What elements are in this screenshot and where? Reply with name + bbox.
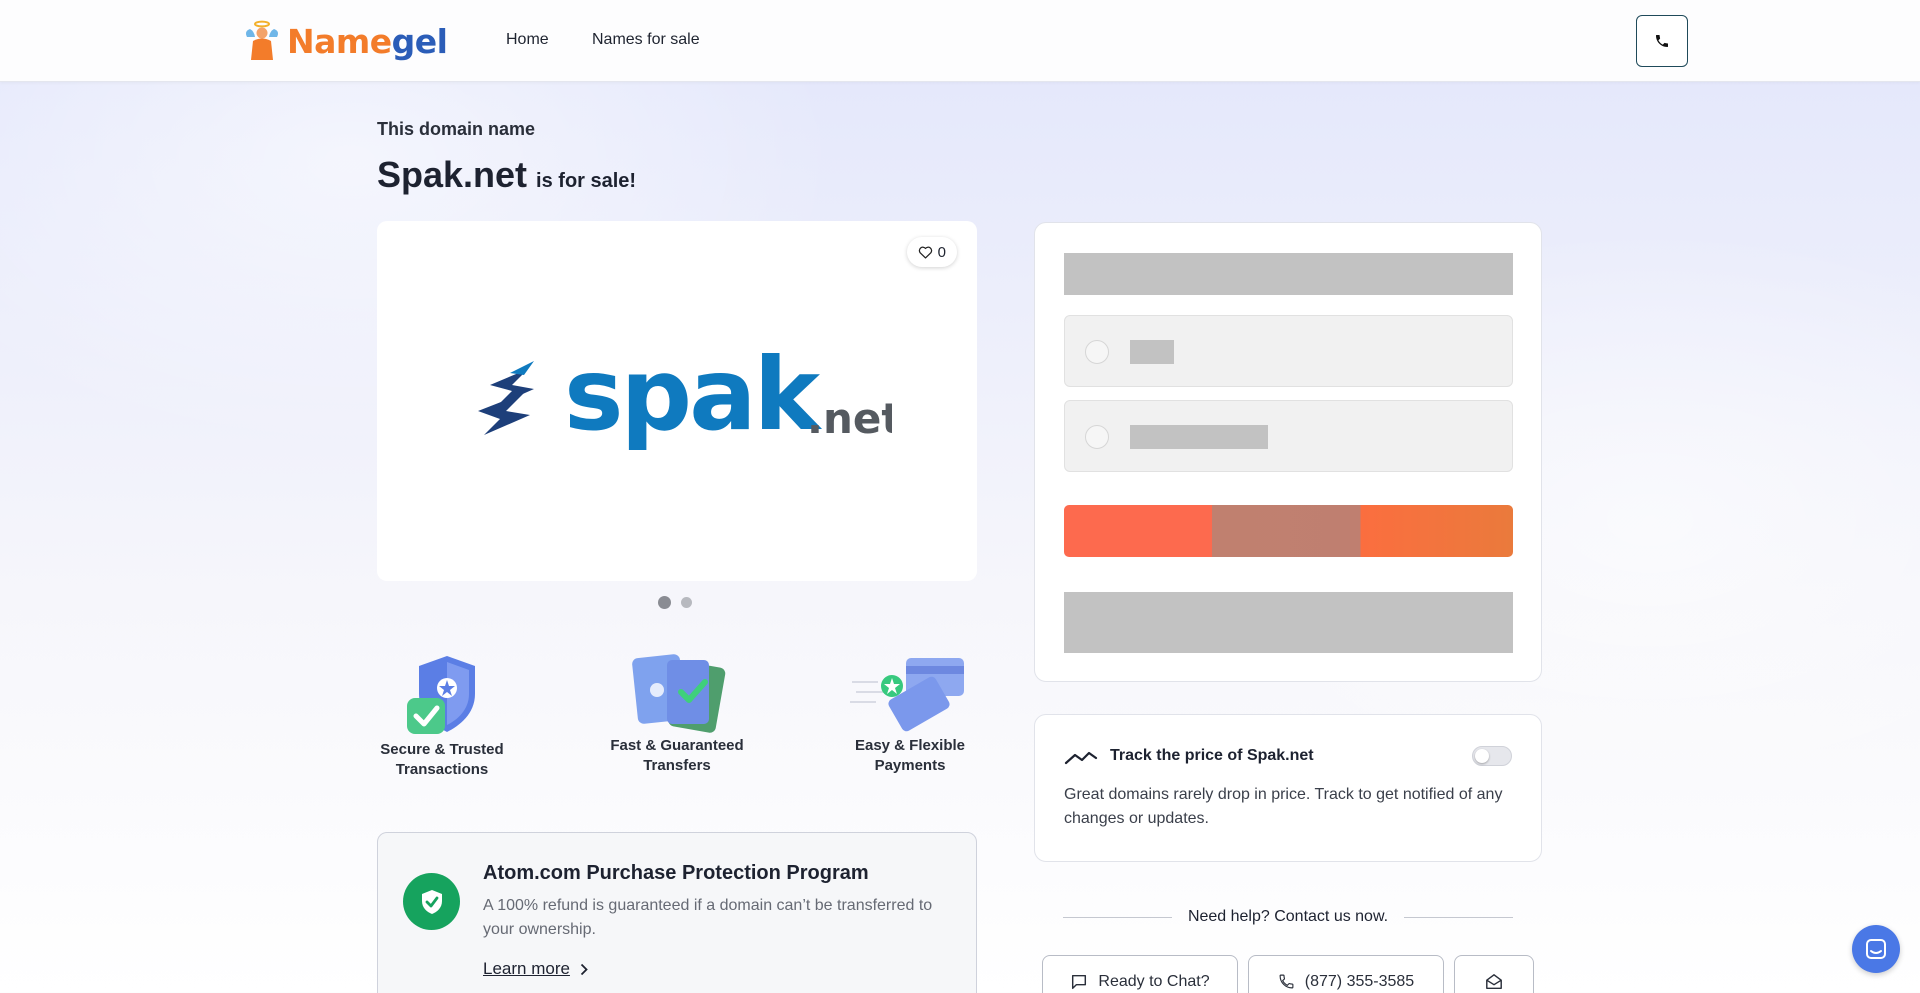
for-sale-label: is for sale! [536, 170, 637, 192]
shield-badge-icon [403, 873, 460, 930]
payment-option-1[interactable] [1064, 315, 1513, 387]
logo-name-text: Name [287, 21, 392, 61]
phone-button[interactable] [1636, 15, 1688, 67]
pricing-card [1034, 222, 1542, 682]
angel-mascot-icon [246, 20, 278, 60]
option-label-skeleton-1 [1130, 340, 1174, 364]
protection-text: A 100% refund is guaranteed if a domain … [483, 897, 933, 938]
domain-image-card[interactable]: 0 spak .net [377, 221, 977, 581]
payment-cards-icon [850, 658, 964, 732]
call-button[interactable]: (877) 355-3585 [1248, 955, 1444, 993]
trend-line-icon [1064, 751, 1098, 765]
shield-check-icon [407, 656, 475, 734]
namegel-logo[interactable]: Namegel [243, 19, 448, 63]
help-text: Need help? Contact us now. [1187, 908, 1389, 925]
tracker-title: Track the price of Spak.net [1110, 747, 1314, 764]
envelope-open-icon [1486, 974, 1502, 990]
like-button[interactable]: 0 [906, 237, 957, 267]
nav-home[interactable]: Home [506, 31, 549, 49]
option-radio-1[interactable] [1085, 340, 1109, 364]
help-divider: Need help? Contact us now. [1063, 908, 1514, 926]
like-count: 0 [937, 243, 946, 261]
page-title: Spak.net is for sale! [377, 154, 636, 196]
phone-icon [1656, 35, 1668, 47]
top-header: Namegel Home Names for sale [0, 0, 1920, 82]
carousel-dot-2[interactable] [681, 597, 692, 608]
domain-name: Spak.net [377, 154, 528, 195]
track-price-toggle[interactable] [1472, 746, 1512, 766]
protection-title: Atom.com Purchase Protection Program [483, 862, 869, 884]
chat-button[interactable]: Ready to Chat? [1042, 955, 1238, 993]
learn-more-link[interactable]: Learn more [483, 959, 588, 979]
offer-button-skeleton[interactable] [1064, 592, 1513, 653]
transfer-check-icon [632, 654, 726, 733]
payment-option-2[interactable] [1064, 400, 1513, 472]
logo-gel-text: gel [391, 21, 448, 61]
feature-easy: Easy & Flexible Payments [845, 652, 975, 776]
option-label-skeleton-2 [1130, 425, 1268, 449]
protection-card: Atom.com Purchase Protection Program A 1… [377, 832, 977, 993]
email-button[interactable] [1454, 955, 1534, 993]
buy-button-skeleton[interactable] [1064, 505, 1513, 557]
heart-icon [918, 246, 932, 259]
lightning-mark-icon [478, 361, 534, 435]
spak-net-logo: spak .net [478, 339, 892, 453]
intro-label: This domain name [377, 119, 536, 139]
feature-secure: Secure & Trusted Transactions [377, 652, 507, 780]
option-radio-2[interactable] [1085, 425, 1109, 449]
carousel-dot-1[interactable] [658, 596, 671, 609]
price-tracker-card: Track the price of Spak.net Great domain… [1034, 714, 1542, 862]
live-chat-launcher[interactable] [1852, 925, 1900, 973]
phone-outline-icon [1279, 974, 1294, 989]
chat-bubble-icon [1072, 974, 1087, 990]
nav-names-for-sale[interactable]: Names for sale [592, 31, 700, 49]
price-skeleton [1064, 253, 1513, 295]
chevron-right-icon [580, 963, 588, 975]
logo-tld: .net [807, 394, 892, 443]
messenger-icon [1866, 939, 1886, 959]
tracker-text: Great domains rarely drop in price. Trac… [1064, 786, 1503, 827]
logo-word: spak [564, 339, 823, 453]
carousel-dots [658, 596, 692, 609]
toggle-knob [1475, 749, 1489, 763]
feature-fast: Fast & Guaranteed Transfers [602, 650, 752, 776]
